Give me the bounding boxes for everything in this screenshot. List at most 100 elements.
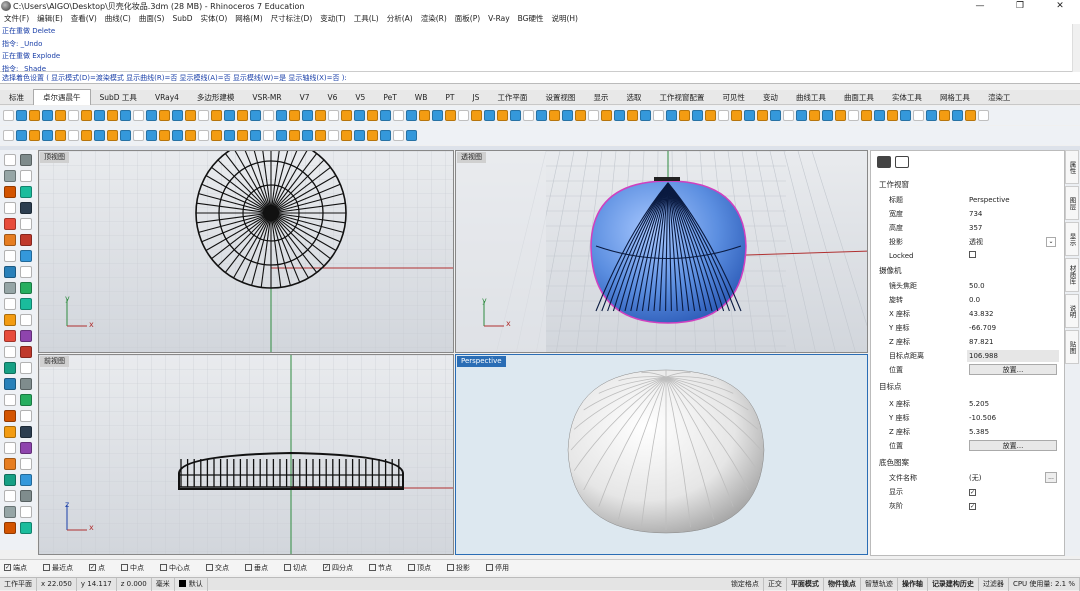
- osnap-option[interactable]: 中点: [121, 563, 152, 573]
- toolbar-tool-icon[interactable]: [172, 130, 183, 141]
- status-osnap[interactable]: 物件锁点: [824, 577, 861, 591]
- target-x-value[interactable]: 5.205: [969, 397, 989, 411]
- bg-filename-value[interactable]: (无): [969, 471, 981, 485]
- projection-select[interactable]: 透视: [969, 235, 983, 249]
- osnap-option[interactable]: 停用: [486, 563, 517, 573]
- toolbar-tool-icon[interactable]: [42, 130, 53, 141]
- menu-analyze[interactable]: 分析(A): [383, 13, 417, 24]
- toolbar-tool-icon[interactable]: [3, 110, 14, 121]
- menu-mesh[interactable]: 网格(M): [231, 13, 266, 24]
- side-tab-properties[interactable]: 属性: [1065, 150, 1079, 184]
- menu-bg[interactable]: BG硬性: [514, 13, 548, 24]
- tab[interactable]: 显示: [584, 90, 617, 105]
- osnap-checkbox[interactable]: [43, 564, 50, 571]
- toolbar-tool-icon[interactable]: [549, 110, 560, 121]
- left-tool-icon[interactable]: [4, 250, 16, 262]
- toolbar-tool-icon[interactable]: [523, 110, 534, 121]
- left-tool-icon[interactable]: [4, 314, 16, 326]
- menu-solid[interactable]: 实体(O): [197, 13, 232, 24]
- osnap-checkbox[interactable]: [206, 564, 213, 571]
- toolbar-tool-icon[interactable]: [406, 110, 417, 121]
- toolbar-tool-icon[interactable]: [978, 110, 989, 121]
- toolbar-tool-icon[interactable]: [328, 110, 339, 121]
- toolbar-tool-icon[interactable]: [237, 110, 248, 121]
- left-tool-icon[interactable]: [20, 378, 32, 390]
- toolbar-tool-icon[interactable]: [432, 110, 443, 121]
- tab[interactable]: V5: [346, 90, 374, 105]
- tab-standard[interactable]: 标准: [0, 90, 33, 105]
- toolbar-tool-icon[interactable]: [315, 130, 326, 141]
- toolbar-tool-icon[interactable]: [211, 110, 222, 121]
- prop-height-value[interactable]: 357: [969, 221, 982, 235]
- toolbar-tool-icon[interactable]: [705, 110, 716, 121]
- toolbar-tool-icon[interactable]: [627, 110, 638, 121]
- toolbar-tool-icon[interactable]: [770, 110, 781, 121]
- side-tab-display[interactable]: 显示: [1065, 222, 1079, 256]
- left-tool-icon[interactable]: [20, 250, 32, 262]
- toolbar-tool-icon[interactable]: [601, 110, 612, 121]
- toolbar-tool-icon[interactable]: [172, 110, 183, 121]
- left-tool-icon[interactable]: [4, 346, 16, 358]
- toolbar-tool-icon[interactable]: [445, 110, 456, 121]
- toolbar-tool-icon[interactable]: [484, 110, 495, 121]
- left-tool-icon[interactable]: [20, 394, 32, 406]
- toolbar-tool-icon[interactable]: [887, 110, 898, 121]
- toolbar-tool-icon[interactable]: [718, 110, 729, 121]
- left-tool-icon[interactable]: [20, 426, 32, 438]
- osnap-checkbox[interactable]: [486, 564, 493, 571]
- menu-panels[interactable]: 面板(P): [451, 13, 484, 24]
- osnap-option[interactable]: 切点: [284, 563, 315, 573]
- toolbar-tool-icon[interactable]: [237, 130, 248, 141]
- status-smarttrack[interactable]: 智慧轨迹: [861, 577, 898, 591]
- toolbar-tool-icon[interactable]: [55, 130, 66, 141]
- left-tool-icon[interactable]: [4, 330, 16, 342]
- camera-x-value[interactable]: 43.832: [969, 307, 994, 321]
- bg-grayscale-checkbox[interactable]: ✓: [969, 503, 976, 510]
- toolbar-tool-icon[interactable]: [640, 110, 651, 121]
- toolbar-tool-icon[interactable]: [107, 130, 118, 141]
- toolbar-tool-icon[interactable]: [29, 110, 40, 121]
- camera-y-value[interactable]: -66.709: [969, 321, 996, 335]
- status-planar[interactable]: 平面模式: [787, 577, 824, 591]
- viewport-front[interactable]: 前视图 z x: [38, 354, 454, 555]
- locked-checkbox[interactable]: [969, 251, 976, 258]
- toolbar-tool-icon[interactable]: [679, 110, 690, 121]
- toolbar-tool-icon[interactable]: [81, 130, 92, 141]
- viewport-perspective-rendered[interactable]: Perspective: [455, 354, 868, 555]
- chevron-down-icon[interactable]: ⌄: [1046, 237, 1056, 247]
- tab[interactable]: PeT: [374, 90, 405, 105]
- toolbar-tool-icon[interactable]: [848, 110, 859, 121]
- osnap-option[interactable]: 顶点: [408, 563, 439, 573]
- toolbar-tool-icon[interactable]: [341, 130, 352, 141]
- status-filter[interactable]: 过滤器: [979, 577, 1009, 591]
- toolbar-tool-icon[interactable]: [354, 110, 365, 121]
- toolbar-tool-icon[interactable]: [81, 110, 92, 121]
- left-tool-icon[interactable]: [20, 410, 32, 422]
- close-button[interactable]: ✕: [1040, 0, 1080, 12]
- toolbar-tool-icon[interactable]: [133, 110, 144, 121]
- left-tool-icon[interactable]: [4, 378, 16, 390]
- toolbar-tool-icon[interactable]: [419, 110, 430, 121]
- toolbar-tool-icon[interactable]: [354, 130, 365, 141]
- osnap-option[interactable]: 中心点: [160, 563, 198, 573]
- viewport-top[interactable]: 顶视图 y x: [38, 150, 454, 353]
- tab[interactable]: 可见性: [713, 90, 754, 105]
- toolbar-tool-icon[interactable]: [913, 110, 924, 121]
- toolbar-tool-icon[interactable]: [302, 110, 313, 121]
- toolbar-tool-icon[interactable]: [874, 110, 885, 121]
- toolbar-tool-icon[interactable]: [406, 130, 417, 141]
- osnap-option[interactable]: ✓ 端点: [4, 563, 35, 573]
- toolbar-tool-icon[interactable]: [666, 110, 677, 121]
- menu-edit[interactable]: 编辑(E): [33, 13, 67, 24]
- left-tool-icon[interactable]: [20, 490, 32, 502]
- left-tool-icon[interactable]: [4, 442, 16, 454]
- viewport-icon[interactable]: [895, 156, 909, 168]
- toolbar-tool-icon[interactable]: [835, 110, 846, 121]
- toolbar-tool-icon[interactable]: [289, 110, 300, 121]
- left-tool-icon[interactable]: [20, 234, 32, 246]
- left-tool-icon[interactable]: [20, 202, 32, 214]
- tab[interactable]: VRay4: [146, 90, 188, 105]
- left-tool-icon[interactable]: [20, 458, 32, 470]
- status-gumball[interactable]: 操作轴: [898, 577, 928, 591]
- toolbar-tool-icon[interactable]: [393, 110, 404, 121]
